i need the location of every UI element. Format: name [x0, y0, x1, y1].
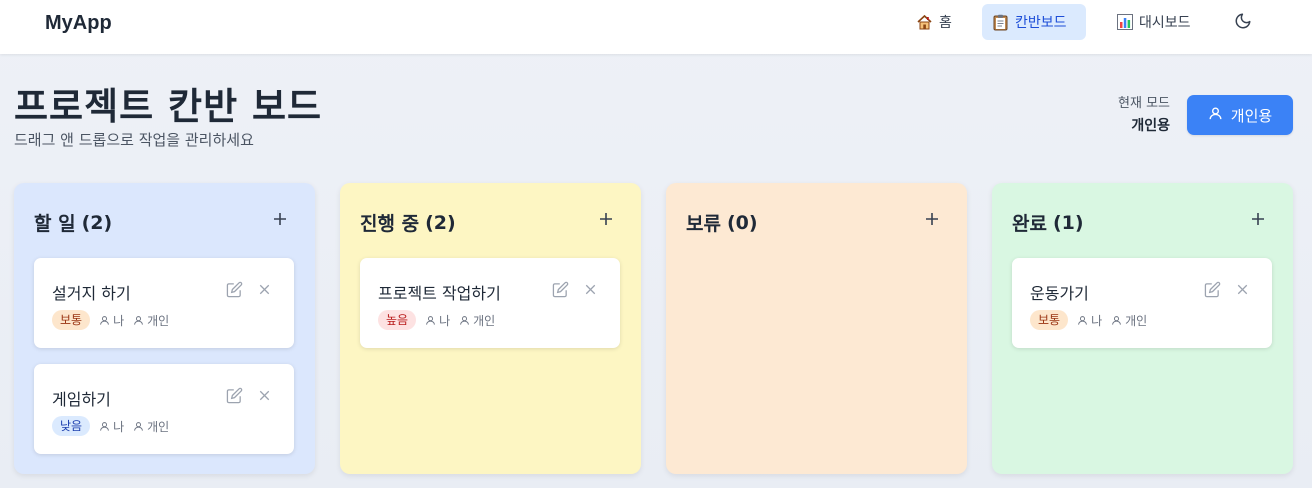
task-card[interactable]: 게임하기 낮음 나 개인 [34, 364, 294, 454]
column-count: (2) [425, 211, 456, 234]
scope: 개인 [133, 312, 169, 329]
nav-item-dashboard[interactable]: 대시보드 [1106, 4, 1201, 40]
add-card-button[interactable] [921, 209, 943, 231]
card-title: 운동가기 [1030, 284, 1089, 303]
mode-value: 개인용 [1131, 118, 1170, 134]
priority-badge: 높음 [378, 310, 417, 330]
brand-logo[interactable]: MyApp [45, 12, 112, 35]
card-title: 설거지 하기 [52, 284, 131, 303]
plus-icon [273, 211, 287, 230]
scope: 개인 [459, 312, 495, 329]
edit-icon[interactable] [226, 281, 243, 298]
column-count: (1) [1052, 211, 1084, 234]
edit-icon[interactable] [1204, 281, 1221, 298]
user-icon [1112, 315, 1121, 325]
plus-icon [599, 211, 613, 230]
kanban-column-todo[interactable]: 할 일 (2) 설거지 하기 보통 나 개인 게임하기 낮음 나 개인 [14, 183, 315, 474]
edit-icon[interactable] [226, 387, 243, 404]
page-subtitle: 드래그 앤 드롭으로 작업을 관리하세요 [14, 131, 254, 149]
mode-toggle-button[interactable]: 개인용 [1187, 95, 1293, 135]
assignee: 나 [99, 312, 124, 329]
kanban-column-done[interactable]: 완료 (1) 운동가기 보통 나 개인 [992, 183, 1293, 474]
nav-item-label: 홈 [939, 15, 952, 31]
nav-item-home[interactable]: 홈 [906, 4, 962, 40]
column-header: 할 일 (2) [34, 209, 112, 236]
assignee: 나 [99, 418, 124, 435]
add-card-button[interactable] [595, 209, 617, 231]
column-count: (2) [81, 211, 113, 234]
priority-badge: 낮음 [52, 416, 91, 436]
column-title: 완료 [1012, 213, 1047, 235]
user-icon [460, 315, 469, 325]
column-header: 보류 (0) [686, 209, 758, 236]
add-card-button[interactable] [1247, 209, 1269, 231]
task-card[interactable]: 운동가기 보통 나 개인 [1012, 258, 1272, 348]
column-header: 진행 중 (2) [360, 209, 456, 236]
plus-icon [1251, 211, 1265, 230]
card-meta: 높음 나 개인 [378, 310, 495, 330]
priority-badge: 보통 [52, 310, 91, 330]
column-header: 완료 (1) [1012, 209, 1084, 236]
column-count: (0) [726, 211, 758, 234]
close-icon[interactable] [256, 281, 273, 298]
close-icon[interactable] [256, 387, 273, 404]
card-meta: 보통 나 개인 [52, 310, 169, 330]
kanban-column-on-hold[interactable]: 보류 (0) [666, 183, 967, 474]
kanban-column-in-progress[interactable]: 진행 중 (2) 프로젝트 작업하기 높음 나 개인 [340, 183, 641, 474]
user-icon [1208, 106, 1223, 125]
column-title: 할 일 [34, 213, 76, 235]
scope: 개인 [1111, 312, 1147, 329]
house-emoji-icon [916, 14, 933, 31]
column-title: 보류 [686, 213, 721, 235]
theme-toggle-button[interactable] [1228, 8, 1258, 38]
card-meta: 보통 나 개인 [1030, 310, 1147, 330]
user-icon [100, 315, 109, 325]
add-card-button[interactable] [269, 209, 291, 231]
user-icon [1078, 315, 1087, 325]
task-card[interactable]: 설거지 하기 보통 나 개인 [34, 258, 294, 348]
close-icon[interactable] [1234, 281, 1251, 298]
moon-icon [1234, 12, 1252, 34]
edit-icon[interactable] [552, 281, 569, 298]
user-icon [134, 315, 143, 325]
close-icon[interactable] [582, 281, 599, 298]
card-meta: 낮음 나 개인 [52, 416, 169, 436]
plus-icon [925, 211, 939, 230]
card-title: 게임하기 [52, 390, 111, 409]
nav-item-kanban[interactable]: 칸반보드 [982, 4, 1086, 40]
scope: 개인 [133, 418, 169, 435]
assignee: 나 [425, 312, 450, 329]
column-title: 진행 중 [360, 213, 420, 235]
user-icon [100, 421, 109, 431]
mode-caption: 현재 모드 [1118, 96, 1170, 111]
priority-badge: 보통 [1030, 310, 1069, 330]
bar-chart-emoji-icon [1116, 14, 1133, 31]
nav-item-label: 대시보드 [1139, 15, 1191, 31]
user-icon [134, 421, 143, 431]
clipboard-emoji-icon [992, 14, 1009, 31]
task-card[interactable]: 프로젝트 작업하기 높음 나 개인 [360, 258, 620, 348]
mode-button-label: 개인용 [1230, 106, 1273, 125]
navbar: MyApp 홈 칸반보드 대시보드 [0, 0, 1312, 54]
assignee: 나 [1077, 312, 1102, 329]
card-title: 프로젝트 작업하기 [378, 284, 501, 303]
user-icon [426, 315, 435, 325]
page-title: 프로젝트 칸반 보드 [14, 85, 323, 128]
nav-item-label: 칸반보드 [1015, 15, 1067, 31]
